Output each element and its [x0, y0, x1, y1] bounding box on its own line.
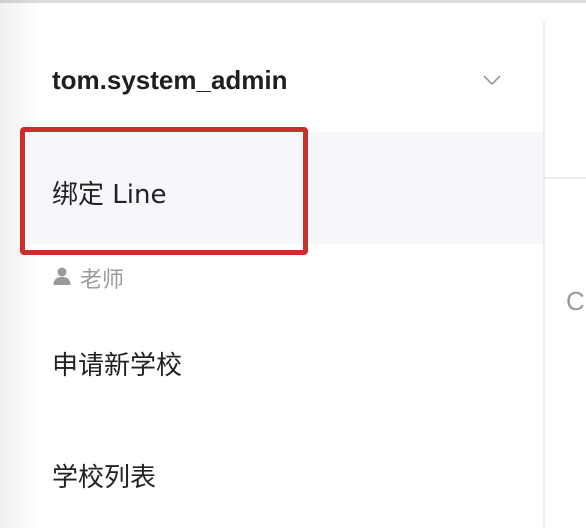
app-page: tom.system_admin 绑定 Line 老师 申请新学校 学校列表 C: [0, 0, 586, 528]
role-indicator: 老师: [52, 262, 124, 294]
username: tom.system_admin: [52, 64, 288, 95]
account-switcher[interactable]: tom.system_admin: [52, 58, 512, 102]
menu-item-school-list[interactable]: 学校列表: [52, 457, 156, 494]
menu-item-bind-line[interactable]: 绑定 Line: [20, 132, 544, 244]
menu-item-apply-new-school[interactable]: 申请新学校: [52, 345, 182, 382]
header-divider: [545, 177, 586, 179]
user-icon: [52, 266, 72, 290]
chevron-down-icon[interactable]: [482, 70, 502, 90]
menu-item-label: 绑定 Line: [52, 180, 167, 210]
right-panel-text: C: [566, 286, 585, 316]
role-label: 老师: [80, 268, 125, 293]
panel-divider: [543, 22, 545, 528]
